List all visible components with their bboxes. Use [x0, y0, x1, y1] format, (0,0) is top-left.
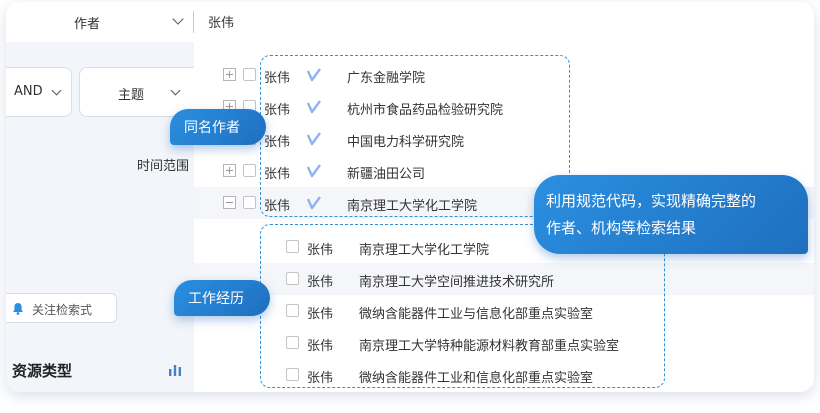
chevron-down-icon [51, 85, 62, 96]
work-history-callout: 工作经历 [174, 280, 270, 316]
row-checkbox[interactable] [243, 196, 256, 209]
work-history-callout-text: 工作经历 [188, 291, 244, 307]
time-range-label: 时间范围 [137, 159, 190, 174]
logic-operator-label: AND [14, 84, 43, 99]
chevron-down-icon [172, 13, 184, 25]
expand-icon[interactable] [223, 68, 236, 81]
row-checkbox[interactable] [243, 164, 256, 177]
same-name-callout-text: 同名作者 [184, 120, 240, 136]
chevron-down-icon [170, 85, 181, 96]
expand-icon[interactable] [223, 164, 236, 177]
resource-type-title: 资源类型 [12, 362, 73, 380]
same-name-callout: 同名作者 [170, 109, 266, 145]
same-name-highlight-box [260, 55, 570, 217]
row-checkbox[interactable] [243, 68, 256, 81]
divider [193, 11, 194, 33]
logic-operator-select[interactable]: AND [6, 67, 72, 117]
author-search-bar: 作者 张伟 [6, 2, 814, 42]
left-filter-panel: AND 主题 时间范围 关注检索式 资源类型 [6, 42, 199, 392]
field-select-label: 主题 [118, 88, 145, 103]
summary-callout: 利用规范代码，实现精确完整的 作者、机构等检索结果 [534, 175, 808, 254]
follow-search-label: 关注检索式 [32, 303, 93, 317]
bar-chart-icon[interactable] [168, 364, 182, 376]
follow-search-button[interactable]: 关注检索式 [6, 293, 117, 323]
bell-icon [13, 303, 23, 315]
collapse-icon[interactable] [223, 196, 236, 209]
search-input[interactable]: 张伟 [208, 12, 234, 31]
search-field-select[interactable]: 作者 [50, 8, 190, 36]
summary-callout-line2: 作者、机构等检索结果 [546, 219, 697, 237]
search-field-label: 作者 [74, 16, 101, 32]
summary-callout-line1: 利用规范代码，实现精确完整的 [546, 192, 757, 210]
